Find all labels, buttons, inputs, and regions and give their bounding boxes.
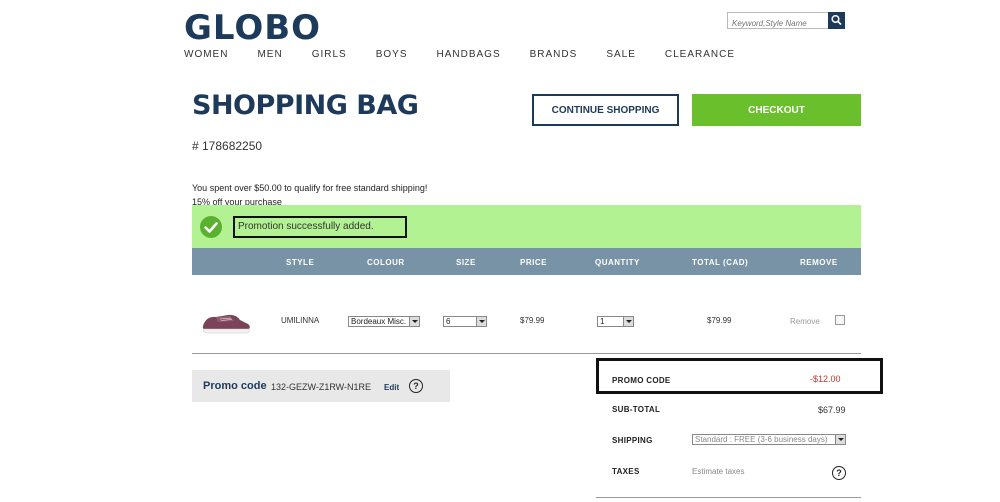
col-style: STYLE (286, 258, 315, 267)
size-select-value: 6 (446, 317, 451, 326)
chevron-down-icon (476, 317, 486, 326)
item-price: $79.99 (520, 316, 545, 325)
shipping-select[interactable]: Standard : FREE (3-6 business days) (692, 434, 846, 445)
estimate-taxes-link[interactable]: Estimate taxes (692, 467, 744, 476)
nav-brands[interactable]: BRANDS (530, 49, 578, 60)
checkout-button[interactable]: CHECKOUT (692, 94, 861, 126)
nav-clearance[interactable]: CLEARANCE (665, 49, 735, 60)
divider (192, 353, 861, 354)
subtotal-label: SUB-TOTAL (612, 405, 661, 414)
col-price: PRICE (520, 258, 547, 267)
promo-code-panel: Promo code 132-GEZW-Z1RW-N1RE Edit ? (192, 370, 450, 402)
subtotal-value: $67.99 (818, 405, 846, 415)
item-style[interactable]: UMILINNA (281, 316, 319, 325)
quantity-select[interactable]: 1 (597, 316, 634, 327)
remove-link[interactable]: Remove (790, 317, 820, 326)
nav-girls[interactable]: GIRLS (312, 49, 347, 60)
order-number: # 178682250 (192, 139, 263, 153)
search-icon (831, 14, 842, 26)
col-remove: REMOVE (800, 258, 838, 267)
product-image[interactable] (200, 308, 252, 343)
nav-women[interactable]: WOMEN (184, 49, 228, 60)
chevron-down-icon (835, 435, 845, 444)
promo-code-label: Promo code (203, 380, 267, 392)
shipping-select-value: Standard : FREE (3-6 business days) (695, 435, 828, 444)
nav-men[interactable]: MEN (257, 49, 282, 60)
summary-promo-label: PROMO CODE (612, 376, 671, 385)
promo-success-message: Promotion successfully added. (233, 216, 407, 238)
col-total: TOTAL (CAD) (692, 258, 749, 267)
col-quantity: QUANTITY (595, 258, 640, 267)
chevron-down-icon (409, 317, 419, 326)
checkmark-icon (200, 216, 222, 238)
search-box (727, 12, 845, 31)
help-icon[interactable]: ? (409, 379, 423, 393)
taxes-label: TAXES (612, 467, 640, 476)
chevron-down-icon (623, 317, 633, 326)
remove-checkbox[interactable] (835, 315, 845, 325)
cart-table-header: STYLE COLOUR SIZE PRICE QUANTITY TOTAL (… (192, 248, 861, 275)
colour-select[interactable]: Bordeaux Misc. (348, 316, 420, 327)
continue-shopping-button[interactable]: CONTINUE SHOPPING (532, 94, 679, 126)
nav-handbags[interactable]: HANDBAGS (437, 49, 501, 60)
promo-code-value: 132-GEZW-Z1RW-N1RE (271, 382, 372, 392)
divider (596, 497, 861, 498)
promo-code-summary-row: PROMO CODE -$12.00 (596, 358, 883, 394)
quantity-select-value: 1 (600, 317, 605, 326)
main-nav: WOMEN MEN GIRLS BOYS HANDBAGS BRANDS SAL… (184, 49, 764, 60)
col-colour: COLOUR (367, 258, 405, 267)
search-input[interactable] (728, 16, 830, 31)
summary-promo-value: -$12.00 (810, 374, 841, 384)
nav-boys[interactable]: BOYS (376, 49, 408, 60)
shipping-label: SHIPPING (612, 436, 653, 445)
promo-edit-link[interactable]: Edit (384, 383, 399, 392)
nav-sale[interactable]: SALE (606, 49, 636, 60)
page-title: SHOPPING BAG (192, 90, 419, 121)
colour-select-value: Bordeaux Misc. (351, 317, 407, 326)
search-button[interactable] (828, 12, 845, 29)
col-size: SIZE (456, 258, 476, 267)
site-logo[interactable]: GLOBO (184, 8, 321, 48)
size-select[interactable]: 6 (443, 316, 487, 327)
item-total: $79.99 (707, 316, 732, 325)
help-icon[interactable]: ? (832, 466, 846, 480)
shipping-message: You spent over $50.00 to qualify for fre… (192, 183, 428, 193)
